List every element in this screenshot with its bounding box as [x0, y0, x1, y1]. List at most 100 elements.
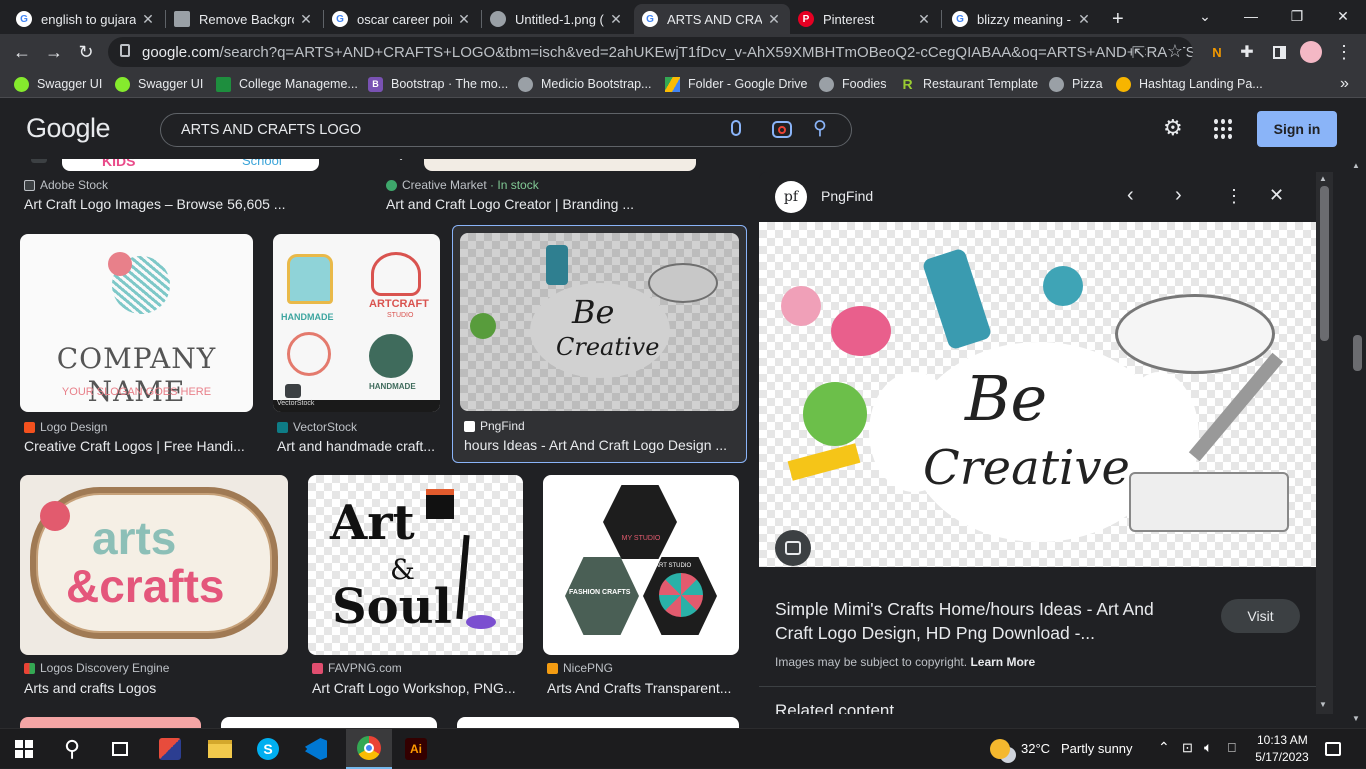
- bookmark-foodies[interactable]: Foodies: [819, 75, 886, 93]
- file-explorer-icon[interactable]: [200, 729, 240, 769]
- search-box[interactable]: ARTS AND CRAFTS LOGO ⚲: [160, 113, 852, 147]
- chrome-icon[interactable]: [346, 729, 392, 769]
- result-title[interactable]: Arts and crafts Logos: [24, 680, 288, 696]
- panel-title-line2[interactable]: Craft Logo Design, HD Png Download -...: [775, 623, 1095, 644]
- tab-arts-and-crafts[interactable]: G ARTS AND CRAFTS ✕: [634, 4, 790, 34]
- google-logo[interactable]: Google: [26, 113, 111, 144]
- profile-avatar[interactable]: [1297, 38, 1325, 66]
- result-source[interactable]: Logos Discovery Engine: [24, 661, 169, 675]
- result-source[interactable]: Logo Design: [24, 420, 107, 434]
- forward-arrow-icon[interactable]: →: [40, 38, 68, 66]
- panel-title-line1[interactable]: Simple Mimi's Crafts Home/hours Ideas - …: [775, 599, 1154, 620]
- search-input[interactable]: ARTS AND CRAFTS LOGO: [181, 122, 361, 138]
- extensions-puzzle-icon[interactable]: ✚: [1233, 38, 1261, 66]
- result-thumb-partial[interactable]: [221, 717, 437, 728]
- show-hidden-icons-chevron-icon[interactable]: ⌃: [1158, 739, 1170, 756]
- result-thumb-art-soul[interactable]: Art & Soul: [308, 475, 523, 655]
- minimize-icon[interactable]: —: [1228, 0, 1274, 32]
- vscode-icon[interactable]: [296, 729, 336, 769]
- result-thumb-partial[interactable]: [20, 717, 201, 728]
- lens-camera-icon[interactable]: [772, 121, 792, 138]
- clock-time[interactable]: 10:13 AM: [1257, 733, 1308, 747]
- result-thumb-nicepng[interactable]: MY STUDIO FASHION CRAFTS ART STUDIO: [543, 475, 739, 655]
- close-tab-icon[interactable]: ✕: [1076, 11, 1092, 28]
- tab-remove-background[interactable]: Remove Background ✕: [166, 4, 322, 34]
- result-title[interactable]: Arts And Crafts Transparent...: [547, 680, 737, 696]
- weather-sun-cloud-icon[interactable]: [986, 729, 1014, 769]
- bookmark-bootstrap[interactable]: B Bootstrap · The mo...: [368, 75, 508, 93]
- page-scrollbar-thumb[interactable]: [1353, 335, 1362, 371]
- bookmark-pizza[interactable]: Pizza: [1049, 75, 1103, 93]
- bookmark-swagger-ui-2[interactable]: Swagger UI: [115, 75, 203, 93]
- close-tab-icon[interactable]: ✕: [916, 11, 932, 28]
- result-thumb-vectorstock[interactable]: HANDMADE ARTCRAFT STUDIO HANDMADE Vector…: [273, 234, 440, 412]
- more-menu-icon[interactable]: ⋮: [1330, 38, 1358, 66]
- save-image-icon[interactable]: [285, 384, 301, 398]
- search-icon[interactable]: ⚲: [52, 729, 92, 769]
- result-thumb-company-name[interactable]: COMPANY NAME YOUR SLOGAN GOES HERE: [20, 234, 253, 412]
- pngfind-source-icon[interactable]: pf: [775, 181, 807, 213]
- share-icon[interactable]: ⇱: [1131, 43, 1145, 63]
- settings-gear-icon[interactable]: ⚙: [1163, 115, 1183, 141]
- visit-button[interactable]: Visit: [1221, 599, 1300, 633]
- save-image-icon[interactable]: [31, 159, 47, 163]
- input-indicator-icon[interactable]: ⎕: [1228, 740, 1236, 756]
- bookmark-swagger-ui-1[interactable]: Swagger UI: [14, 75, 102, 93]
- bookmark-medicio[interactable]: Medicio Bootstrap...: [518, 75, 651, 93]
- result-title[interactable]: Art and handmade craft...: [277, 438, 439, 454]
- result-source[interactable]: VectorStock: [277, 420, 357, 434]
- close-window-icon[interactable]: ✕: [1320, 0, 1366, 32]
- page-scrollbar[interactable]: ▲ ▼: [1349, 159, 1366, 728]
- scroll-down-icon[interactable]: ▼: [1319, 700, 1327, 709]
- tab-search-chevron-icon[interactable]: ⌄: [1182, 0, 1228, 32]
- result-thumb-partial[interactable]: [457, 717, 739, 728]
- lens-search-icon[interactable]: [775, 530, 811, 566]
- close-tab-icon[interactable]: ✕: [298, 11, 314, 28]
- result-title[interactable]: Art and Craft Logo Creator | Branding ..…: [386, 196, 656, 212]
- close-tab-icon[interactable]: ✕: [608, 11, 624, 28]
- result-thumb-arts-crafts[interactable]: arts &crafts: [20, 475, 288, 655]
- close-tab-icon[interactable]: ✕: [456, 11, 472, 28]
- network-icon[interactable]: ⊡: [1182, 740, 1193, 756]
- reload-icon[interactable]: ↻: [72, 38, 100, 66]
- close-panel-icon[interactable]: ✕: [1269, 185, 1284, 206]
- new-tab-button[interactable]: +: [1104, 4, 1134, 34]
- extension-n-icon[interactable]: N: [1203, 38, 1231, 66]
- tab-blizzy-meaning[interactable]: G blizzy meaning - ✕: [944, 4, 1100, 34]
- notifications-icon[interactable]: [1318, 729, 1348, 769]
- windows-start-icon[interactable]: [4, 729, 44, 769]
- panel-scrollbar-thumb[interactable]: [1320, 186, 1329, 341]
- close-tab-icon[interactable]: ✕: [140, 11, 156, 28]
- chevron-down-icon[interactable]: ⌄: [392, 159, 410, 167]
- result-source[interactable]: FAVPNG.com: [312, 661, 402, 675]
- bookmark-star-icon[interactable]: ☆: [1166, 41, 1183, 62]
- next-chevron-icon[interactable]: ›: [1175, 184, 1182, 207]
- side-panel-icon[interactable]: [1265, 38, 1293, 66]
- scroll-down-icon[interactable]: ▼: [1352, 714, 1360, 723]
- weather-temperature[interactable]: 32°C: [1021, 741, 1050, 756]
- apps-grid-icon[interactable]: [1214, 119, 1234, 139]
- bookmark-google-drive[interactable]: Folder - Google Drive: [665, 75, 808, 93]
- bookmark-hashtag-landing[interactable]: Hashtag Landing Pa...: [1116, 75, 1263, 93]
- result-source[interactable]: NicePNG: [547, 661, 613, 675]
- result-thumb-adobe[interactable]: KIDS School: [62, 159, 319, 171]
- selected-result-card[interactable]: Be Creative PngFind hours Ideas - Art An…: [452, 225, 747, 463]
- restore-icon[interactable]: ❐: [1274, 0, 1320, 32]
- result-thumb-creative-market[interactable]: [424, 159, 696, 171]
- lock-icon[interactable]: [120, 44, 130, 57]
- bookmark-college-management[interactable]: College Manageme...: [216, 75, 358, 93]
- bookmarks-overflow-icon[interactable]: »: [1340, 75, 1349, 93]
- result-title[interactable]: Creative Craft Logos | Free Handi...: [24, 438, 252, 454]
- snipping-tool-icon[interactable]: [150, 729, 190, 769]
- learn-more-link[interactable]: Learn More: [970, 655, 1035, 669]
- tab-english-to-gujarati[interactable]: G english to gujarati ✕: [8, 4, 164, 34]
- weather-description[interactable]: Partly sunny: [1061, 741, 1133, 756]
- volume-icon[interactable]: 🔈︎: [1204, 739, 1212, 756]
- address-bar[interactable]: google.com/search?q=ARTS+AND+CRAFTS+LOGO…: [108, 37, 1193, 67]
- result-source[interactable]: Adobe Stock: [24, 178, 108, 192]
- result-source[interactable]: Creative Market · In stock: [386, 178, 539, 192]
- preview-image[interactable]: Be Creative: [759, 222, 1317, 567]
- result-title[interactable]: Art Craft Logo Workshop, PNG...: [312, 680, 522, 696]
- tab-untitled-png[interactable]: Untitled-1.png (4 ✕: [482, 4, 632, 34]
- back-arrow-icon[interactable]: ←: [8, 38, 36, 66]
